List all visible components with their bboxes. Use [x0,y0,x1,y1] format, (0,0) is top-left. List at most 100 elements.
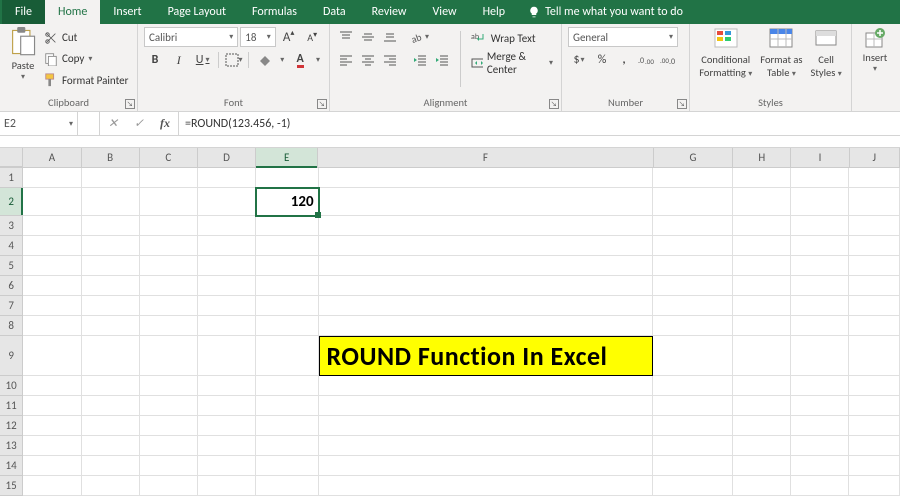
row-header-5[interactable]: 5 [0,256,23,276]
cell-G4[interactable] [653,236,733,256]
font-size-select[interactable]: 18▾ [240,27,275,47]
comma-format-button[interactable]: , [614,50,634,70]
cell-H8[interactable] [733,316,791,336]
cell-I3[interactable] [791,216,849,236]
row-header-13[interactable]: 13 [0,436,23,456]
cell-A5[interactable] [23,256,81,276]
cell-J13[interactable] [849,436,900,456]
cell-I4[interactable] [791,236,849,256]
cell-J6[interactable] [849,276,900,296]
cell-F2[interactable] [319,188,654,216]
col-header-D[interactable]: D [198,148,256,167]
cell-F11[interactable] [319,396,654,416]
cell-E6[interactable] [256,276,318,296]
cell-C9[interactable] [140,336,198,376]
cell-C6[interactable] [140,276,198,296]
cell-E10[interactable] [256,376,318,396]
cell-A9[interactable] [23,336,81,376]
cell-H15[interactable] [733,476,791,496]
cell-F6[interactable] [319,276,654,296]
cell-B8[interactable] [82,316,140,336]
cell-E5[interactable] [256,256,318,276]
cell-J1[interactable] [849,168,900,188]
increase-indent-button[interactable] [432,50,452,70]
cell-G10[interactable] [653,376,733,396]
cell-F9[interactable]: ROUND Function In Excel [319,336,654,376]
cell-B2[interactable] [82,188,140,216]
cell-G5[interactable] [653,256,733,276]
cell-C1[interactable] [140,168,198,188]
cell-D1[interactable] [198,168,256,188]
cell-G3[interactable] [653,216,733,236]
cell-I11[interactable] [791,396,849,416]
cell-D9[interactable] [198,336,256,376]
cell-H4[interactable] [733,236,791,256]
align-center-button[interactable] [358,50,378,70]
cell-B14[interactable] [82,456,140,476]
cell-J14[interactable] [849,456,900,476]
cell-J4[interactable] [849,236,900,256]
cell-C13[interactable] [140,436,198,456]
cell-D5[interactable] [198,256,256,276]
font-color-button[interactable]: A [289,50,311,70]
col-header-F[interactable]: F [318,148,653,167]
cell-I7[interactable] [791,296,849,316]
font-name-select[interactable]: Calibri▾ [144,27,238,47]
cell-styles-button[interactable]: Cell Styles ▾ [808,27,845,91]
cell-B6[interactable] [82,276,140,296]
cell-F10[interactable] [319,376,654,396]
cell-G13[interactable] [653,436,733,456]
cell-C14[interactable] [140,456,198,476]
cell-G12[interactable] [653,416,733,436]
cell-I9[interactable] [791,336,849,376]
cell-J10[interactable] [849,376,900,396]
cell-B7[interactable] [82,296,140,316]
increase-font-button[interactable]: A▴ [278,27,300,47]
cell-I15[interactable] [791,476,849,496]
tab-formulas[interactable]: Formulas [239,0,310,24]
cell-I6[interactable] [791,276,849,296]
cell-A1[interactable] [23,168,81,188]
decrease-indent-button[interactable] [410,50,430,70]
cell-J8[interactable] [849,316,900,336]
cell-B1[interactable] [82,168,140,188]
tab-view[interactable]: View [420,0,470,24]
row-header-3[interactable]: 3 [0,216,23,236]
align-bottom-button[interactable] [380,27,400,47]
cell-A2[interactable] [23,188,81,216]
fill-handle[interactable] [315,212,321,218]
cell-J5[interactable] [849,256,900,276]
cell-G8[interactable] [653,316,733,336]
cell-J12[interactable] [849,416,900,436]
cell-J2[interactable] [849,188,900,216]
cell-E15[interactable] [256,476,318,496]
row-header-15[interactable]: 15 [0,476,23,496]
row-header-10[interactable]: 10 [0,376,23,396]
italic-button[interactable]: I [168,50,190,70]
select-all-corner[interactable] [0,148,23,167]
col-header-G[interactable]: G [654,148,734,167]
cell-B11[interactable] [82,396,140,416]
row-header-8[interactable]: 8 [0,316,23,336]
cell-F1[interactable] [319,168,654,188]
cell-F14[interactable] [319,456,654,476]
cell-C5[interactable] [140,256,198,276]
row-header-7[interactable]: 7 [0,296,23,316]
cell-D6[interactable] [198,276,256,296]
cell-H11[interactable] [733,396,791,416]
cell-A15[interactable] [23,476,81,496]
cell-A13[interactable] [23,436,81,456]
cell-B4[interactable] [82,236,140,256]
enter-formula-button[interactable]: ✓ [126,116,152,131]
cell-D8[interactable] [198,316,256,336]
wrap-text-button[interactable]: ab Wrap Text [469,27,555,49]
cell-D15[interactable] [198,476,256,496]
orientation-button[interactable]: ab▾ [410,27,430,47]
cell-F8[interactable] [319,316,654,336]
cell-H6[interactable] [733,276,791,296]
cell-F5[interactable] [319,256,654,276]
align-left-button[interactable] [336,50,356,70]
name-box[interactable]: E2▾ [0,112,78,135]
cell-J11[interactable] [849,396,900,416]
cell-G1[interactable] [653,168,733,188]
